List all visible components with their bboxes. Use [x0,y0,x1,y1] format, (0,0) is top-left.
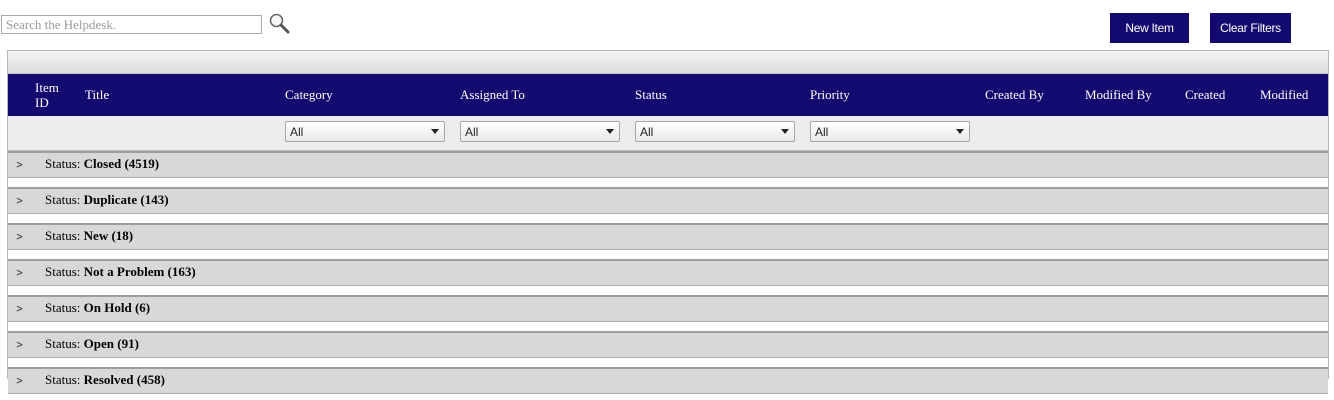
chevron-right-icon[interactable]: > [16,158,23,171]
group-label: Status: Duplicate (143) [45,192,169,207]
column-header-item-id[interactable]: Item ID [35,74,65,116]
group-row-on-hold[interactable]: > Status: On Hold (6) [8,295,1328,322]
column-header-modified[interactable]: Modified [1260,74,1308,116]
search-icon[interactable] [268,12,290,34]
column-header-created-by[interactable]: Created By [985,74,1045,116]
grid-toolbar [8,51,1328,74]
group-label: Status: New (18) [45,228,134,243]
chevron-right-icon[interactable]: > [16,194,23,207]
new-item-button[interactable]: New Item [1110,13,1189,43]
chevron-right-icon[interactable]: > [16,266,23,279]
priority-filter-select[interactable]: All [810,121,970,142]
group-label: Status: Not a Problem (163) [45,264,196,279]
group-row-closed[interactable]: > Status: Closed (4519) [8,151,1328,178]
group-row-open[interactable]: > Status: Open (91) [8,331,1328,358]
category-filter-select[interactable]: All [285,121,445,142]
chevron-down-icon [781,129,789,134]
clear-filters-button[interactable]: Clear Filters [1210,13,1291,43]
chevron-right-icon[interactable]: > [16,338,23,351]
group-row-duplicate[interactable]: > Status: Duplicate (143) [8,187,1328,214]
column-header-category[interactable]: Category [285,74,333,116]
column-header-assigned-to[interactable]: Assigned To [460,74,525,116]
group-row-not-a-problem[interactable]: > Status: Not a Problem (163) [8,259,1328,286]
filter-row: All All All All [8,116,1328,151]
group-label: Status: Closed (4519) [45,156,160,171]
group-label: Status: On Hold (6) [45,300,151,315]
column-header-priority[interactable]: Priority [810,74,850,116]
group-label: Status: Open (91) [45,336,139,351]
search-input[interactable] [1,15,262,34]
chevron-right-icon[interactable]: > [16,374,23,387]
column-header-title[interactable]: Title [85,74,109,116]
column-header-modified-by[interactable]: Modified By [1085,74,1152,116]
status-filter-select[interactable]: All [635,121,795,142]
helpdesk-grid: Item ID Title Category Assigned To Status… [7,50,1329,394]
column-header-status[interactable]: Status [635,74,667,116]
column-header-created[interactable]: Created [1185,74,1225,116]
group-label: Status: Resolved (458) [45,372,165,387]
chevron-down-icon [431,129,439,134]
chevron-right-icon[interactable]: > [16,302,23,315]
chevron-down-icon [606,129,614,134]
group-row-new[interactable]: > Status: New (18) [8,223,1328,250]
chevron-right-icon[interactable]: > [16,230,23,243]
column-header-row: Item ID Title Category Assigned To Status… [8,74,1328,116]
group-row-resolved[interactable]: > Status: Resolved (458) [8,367,1328,394]
assigned-to-filter-select[interactable]: All [460,121,620,142]
group-list: > Status: Closed (4519) > Status: Duplic… [8,151,1328,394]
chevron-down-icon [956,129,964,134]
